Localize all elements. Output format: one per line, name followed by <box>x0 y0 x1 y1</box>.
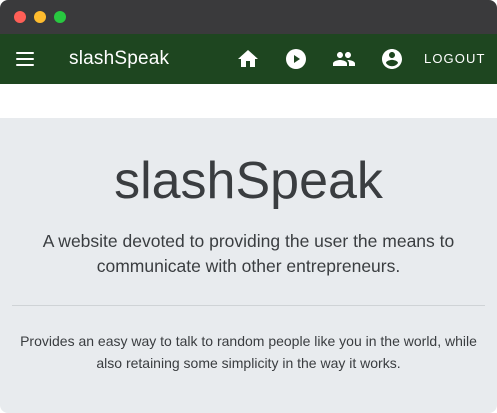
zoom-window-button[interactable] <box>54 11 66 23</box>
account-circle-icon[interactable] <box>380 47 404 71</box>
people-icon[interactable] <box>332 47 356 71</box>
minimize-window-button[interactable] <box>34 11 46 23</box>
logout-button[interactable]: LOGOUT <box>424 51 486 67</box>
window-titlebar <box>0 0 497 34</box>
hero-divider <box>12 305 485 306</box>
close-window-button[interactable] <box>14 11 26 23</box>
hero-jumbotron: slashSpeak A website devoted to providin… <box>0 118 497 413</box>
hero-description: Provides an easy way to talk to random p… <box>20 333 477 371</box>
browser-window: slashSpeak LOGOUT slashSpeak A website d… <box>0 0 497 413</box>
navbar-brand[interactable]: slashSpeak <box>69 47 169 71</box>
top-navbar: slashSpeak LOGOUT <box>0 34 497 84</box>
hamburger-menu-icon[interactable] <box>14 49 36 69</box>
hero-title: slashSpeak <box>114 152 383 210</box>
hero-lead: A website devoted to providing the user … <box>42 231 455 276</box>
play-circle-icon[interactable] <box>284 47 308 71</box>
page-spacer <box>0 84 497 118</box>
home-icon[interactable] <box>236 47 260 71</box>
